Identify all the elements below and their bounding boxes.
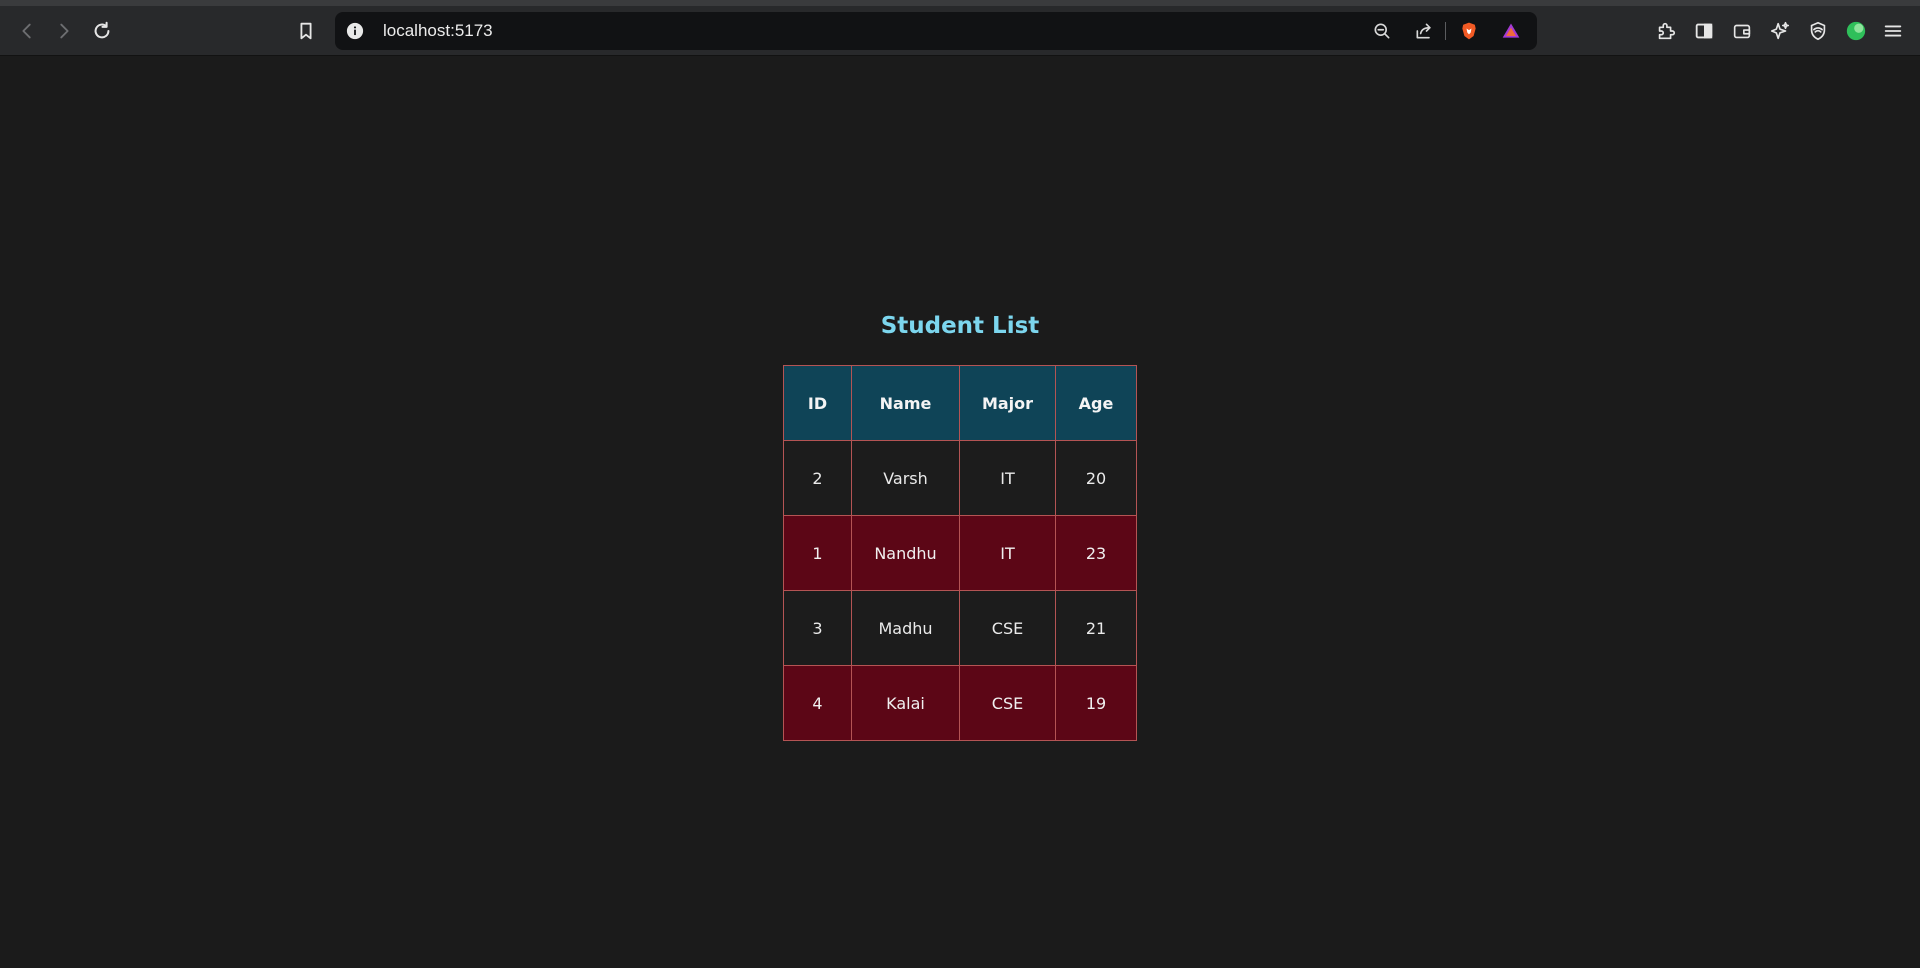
browser-toolbar: localhost:5173 [0, 6, 1920, 56]
cell-major: IT [959, 440, 1056, 516]
cell-id: 1 [783, 515, 852, 591]
cell-major: CSE [959, 665, 1056, 741]
table-header-row: ID Name Major Age [783, 365, 1137, 441]
url-text[interactable]: localhost:5173 [383, 21, 493, 41]
zoom-out-icon[interactable] [1368, 18, 1396, 44]
cell-id: 3 [783, 590, 852, 666]
brave-rewards-icon[interactable] [1497, 18, 1525, 44]
column-header-id: ID [783, 365, 852, 441]
column-header-major: Major [959, 365, 1056, 441]
cell-major: CSE [959, 590, 1056, 666]
vpn-icon[interactable] [1801, 14, 1835, 48]
cell-id: 4 [783, 665, 852, 741]
address-bar-separator [1445, 22, 1446, 40]
table-row: 4 Kalai CSE 19 [783, 665, 1137, 741]
table-row: 2 Varsh IT 20 [783, 440, 1137, 516]
cell-id: 2 [783, 440, 852, 516]
profile-icon[interactable] [1839, 14, 1873, 48]
brave-shield-icon[interactable] [1455, 18, 1483, 44]
wallet-icon[interactable] [1725, 14, 1759, 48]
column-header-age: Age [1055, 365, 1137, 441]
cell-age: 20 [1055, 440, 1137, 516]
address-bar[interactable]: localhost:5173 [335, 12, 1537, 50]
column-header-name: Name [851, 365, 960, 441]
sidebar-icon[interactable] [1687, 14, 1721, 48]
cell-name: Varsh [851, 440, 960, 516]
share-icon[interactable] [1410, 18, 1438, 44]
cell-age: 19 [1055, 665, 1137, 741]
cell-name: Kalai [851, 665, 960, 741]
menu-icon[interactable] [1876, 14, 1910, 48]
info-icon[interactable] [345, 21, 365, 41]
page-content: Student List ID Name Major Age 2 Varsh I… [0, 57, 1920, 968]
cell-age: 21 [1055, 590, 1137, 666]
leo-ai-icon[interactable] [1763, 14, 1797, 48]
cell-age: 23 [1055, 515, 1137, 591]
page-title: Student List [880, 313, 1040, 339]
forward-arrow-icon[interactable] [47, 14, 81, 48]
bookmark-icon[interactable] [289, 14, 323, 48]
extensions-icon[interactable] [1649, 14, 1683, 48]
cell-name: Nandhu [851, 515, 960, 591]
student-table: ID Name Major Age 2 Varsh IT 20 1 Nandhu… [783, 365, 1137, 741]
reload-icon[interactable] [85, 14, 119, 48]
cell-major: IT [959, 515, 1056, 591]
cell-name: Madhu [851, 590, 960, 666]
table-row: 3 Madhu CSE 21 [783, 590, 1137, 666]
back-arrow-icon[interactable] [10, 14, 44, 48]
table-row: 1 Nandhu IT 23 [783, 515, 1137, 591]
